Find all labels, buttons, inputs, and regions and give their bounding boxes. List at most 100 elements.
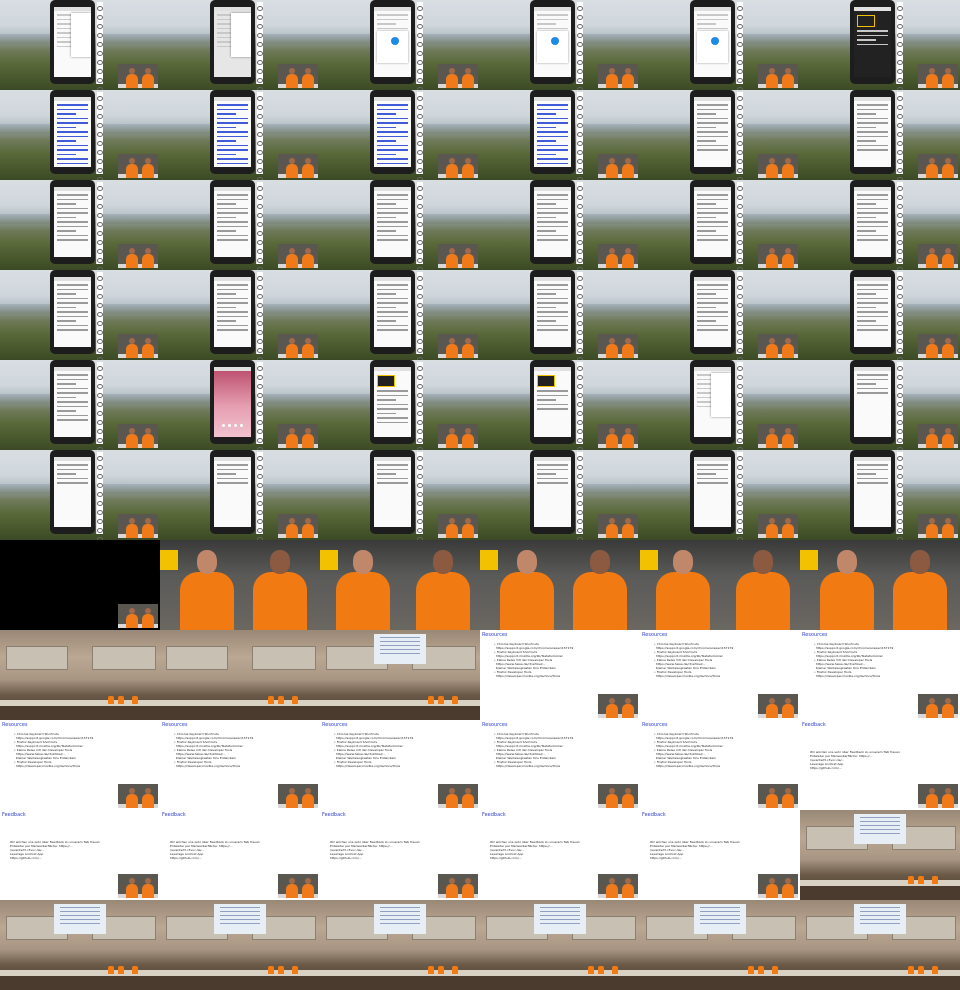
toolbar-icon	[897, 429, 903, 434]
text-line	[697, 14, 728, 16]
phone-mockup	[50, 450, 95, 534]
text-line	[857, 149, 888, 151]
site-logo	[377, 375, 395, 387]
status-bar	[534, 367, 571, 371]
phone-mockup	[210, 0, 255, 84]
speaker-right	[893, 550, 947, 630]
speaker-left	[926, 158, 938, 178]
text-line	[57, 221, 88, 223]
toolbar-icon	[417, 258, 423, 263]
toolbar-icon	[97, 276, 103, 281]
status-bar	[54, 457, 91, 461]
text-line	[857, 117, 888, 119]
text-line	[57, 230, 76, 232]
status-bar	[854, 187, 891, 191]
text-line	[857, 194, 888, 196]
text-line	[537, 293, 556, 295]
toolbar-icon	[897, 420, 903, 425]
toolbar-icon	[257, 105, 263, 110]
toolbar-icon	[577, 204, 583, 209]
toolbar-icon	[97, 492, 103, 497]
toolbar-icon	[97, 510, 103, 515]
phone-screen	[534, 7, 571, 77]
speaker-overlay	[598, 694, 638, 718]
text-line	[537, 131, 568, 133]
devtools-strip	[896, 362, 903, 450]
text-line	[57, 203, 76, 205]
thumbnail: Feedback Wir würden uns sehr über Feedbac…	[640, 810, 800, 900]
slide-title: Resources	[322, 722, 348, 728]
text-line	[57, 194, 88, 196]
projected-line	[860, 919, 900, 920]
toolbar-icon	[897, 465, 903, 470]
text-line	[57, 473, 76, 475]
projected-line	[60, 919, 100, 920]
phone-screen	[214, 97, 251, 167]
projected-line	[860, 907, 900, 908]
phone-screen	[214, 7, 251, 77]
toolbar-icon	[97, 420, 103, 425]
status-bar	[214, 187, 251, 191]
dialog-box	[377, 31, 408, 63]
toolbar-icon	[97, 438, 103, 443]
text-line	[377, 390, 408, 392]
toolbar-icon	[577, 393, 583, 398]
toolbar-icon	[897, 60, 903, 65]
speaker-overlay	[598, 154, 638, 178]
thumbnail	[320, 90, 480, 180]
toolbar-icon	[577, 312, 583, 317]
text-line	[377, 477, 408, 479]
phone-mockup	[210, 360, 255, 444]
thumbnail	[480, 900, 640, 990]
status-bar	[374, 277, 411, 281]
toolbar-icon	[417, 456, 423, 461]
speaker-overlay	[918, 694, 958, 718]
text-line	[217, 198, 248, 200]
text-line	[537, 135, 568, 137]
text-line	[537, 399, 556, 401]
speaker-left	[766, 248, 778, 268]
speaker-left	[926, 428, 938, 448]
speaker-overlay	[598, 244, 638, 268]
text-line	[697, 230, 716, 232]
speaker-overlay	[598, 874, 638, 898]
slide-line: https://github.com/...	[810, 766, 842, 770]
text-line	[217, 329, 248, 331]
toolbar-icon	[737, 60, 743, 65]
text-line	[217, 315, 248, 317]
thumbnail	[320, 180, 480, 270]
person	[908, 876, 914, 884]
status-bar	[854, 367, 891, 371]
toolbar-icon	[257, 420, 263, 425]
speaker-left	[126, 68, 138, 88]
devtools-strip	[896, 182, 903, 270]
text-line	[697, 126, 716, 128]
phone-mockup	[530, 450, 575, 534]
toolbar-icon	[577, 213, 583, 218]
toolbar-icon	[97, 150, 103, 155]
toolbar-icon	[737, 168, 743, 173]
toolbar-icon	[897, 276, 903, 281]
toolbar-icon	[577, 132, 583, 137]
phone-screen	[534, 457, 571, 527]
speaker-left	[286, 68, 298, 88]
toolbar-icon	[417, 483, 423, 488]
toolbar-icon	[257, 474, 263, 479]
speaker-overlay	[598, 64, 638, 88]
speaker-overlay	[278, 874, 318, 898]
text-line	[57, 293, 76, 295]
thumbnail	[0, 270, 160, 360]
person	[278, 696, 284, 704]
text-line	[537, 302, 568, 304]
status-bar	[374, 97, 411, 101]
text-line	[857, 320, 876, 322]
person	[612, 966, 618, 974]
person	[118, 696, 124, 704]
text-line	[377, 23, 396, 25]
toolbar-icon	[577, 465, 583, 470]
toolbar-icon	[897, 285, 903, 290]
text-line	[377, 408, 408, 410]
projected-line	[700, 919, 740, 920]
projected-line	[860, 817, 900, 818]
toolbar-icon	[577, 96, 583, 101]
